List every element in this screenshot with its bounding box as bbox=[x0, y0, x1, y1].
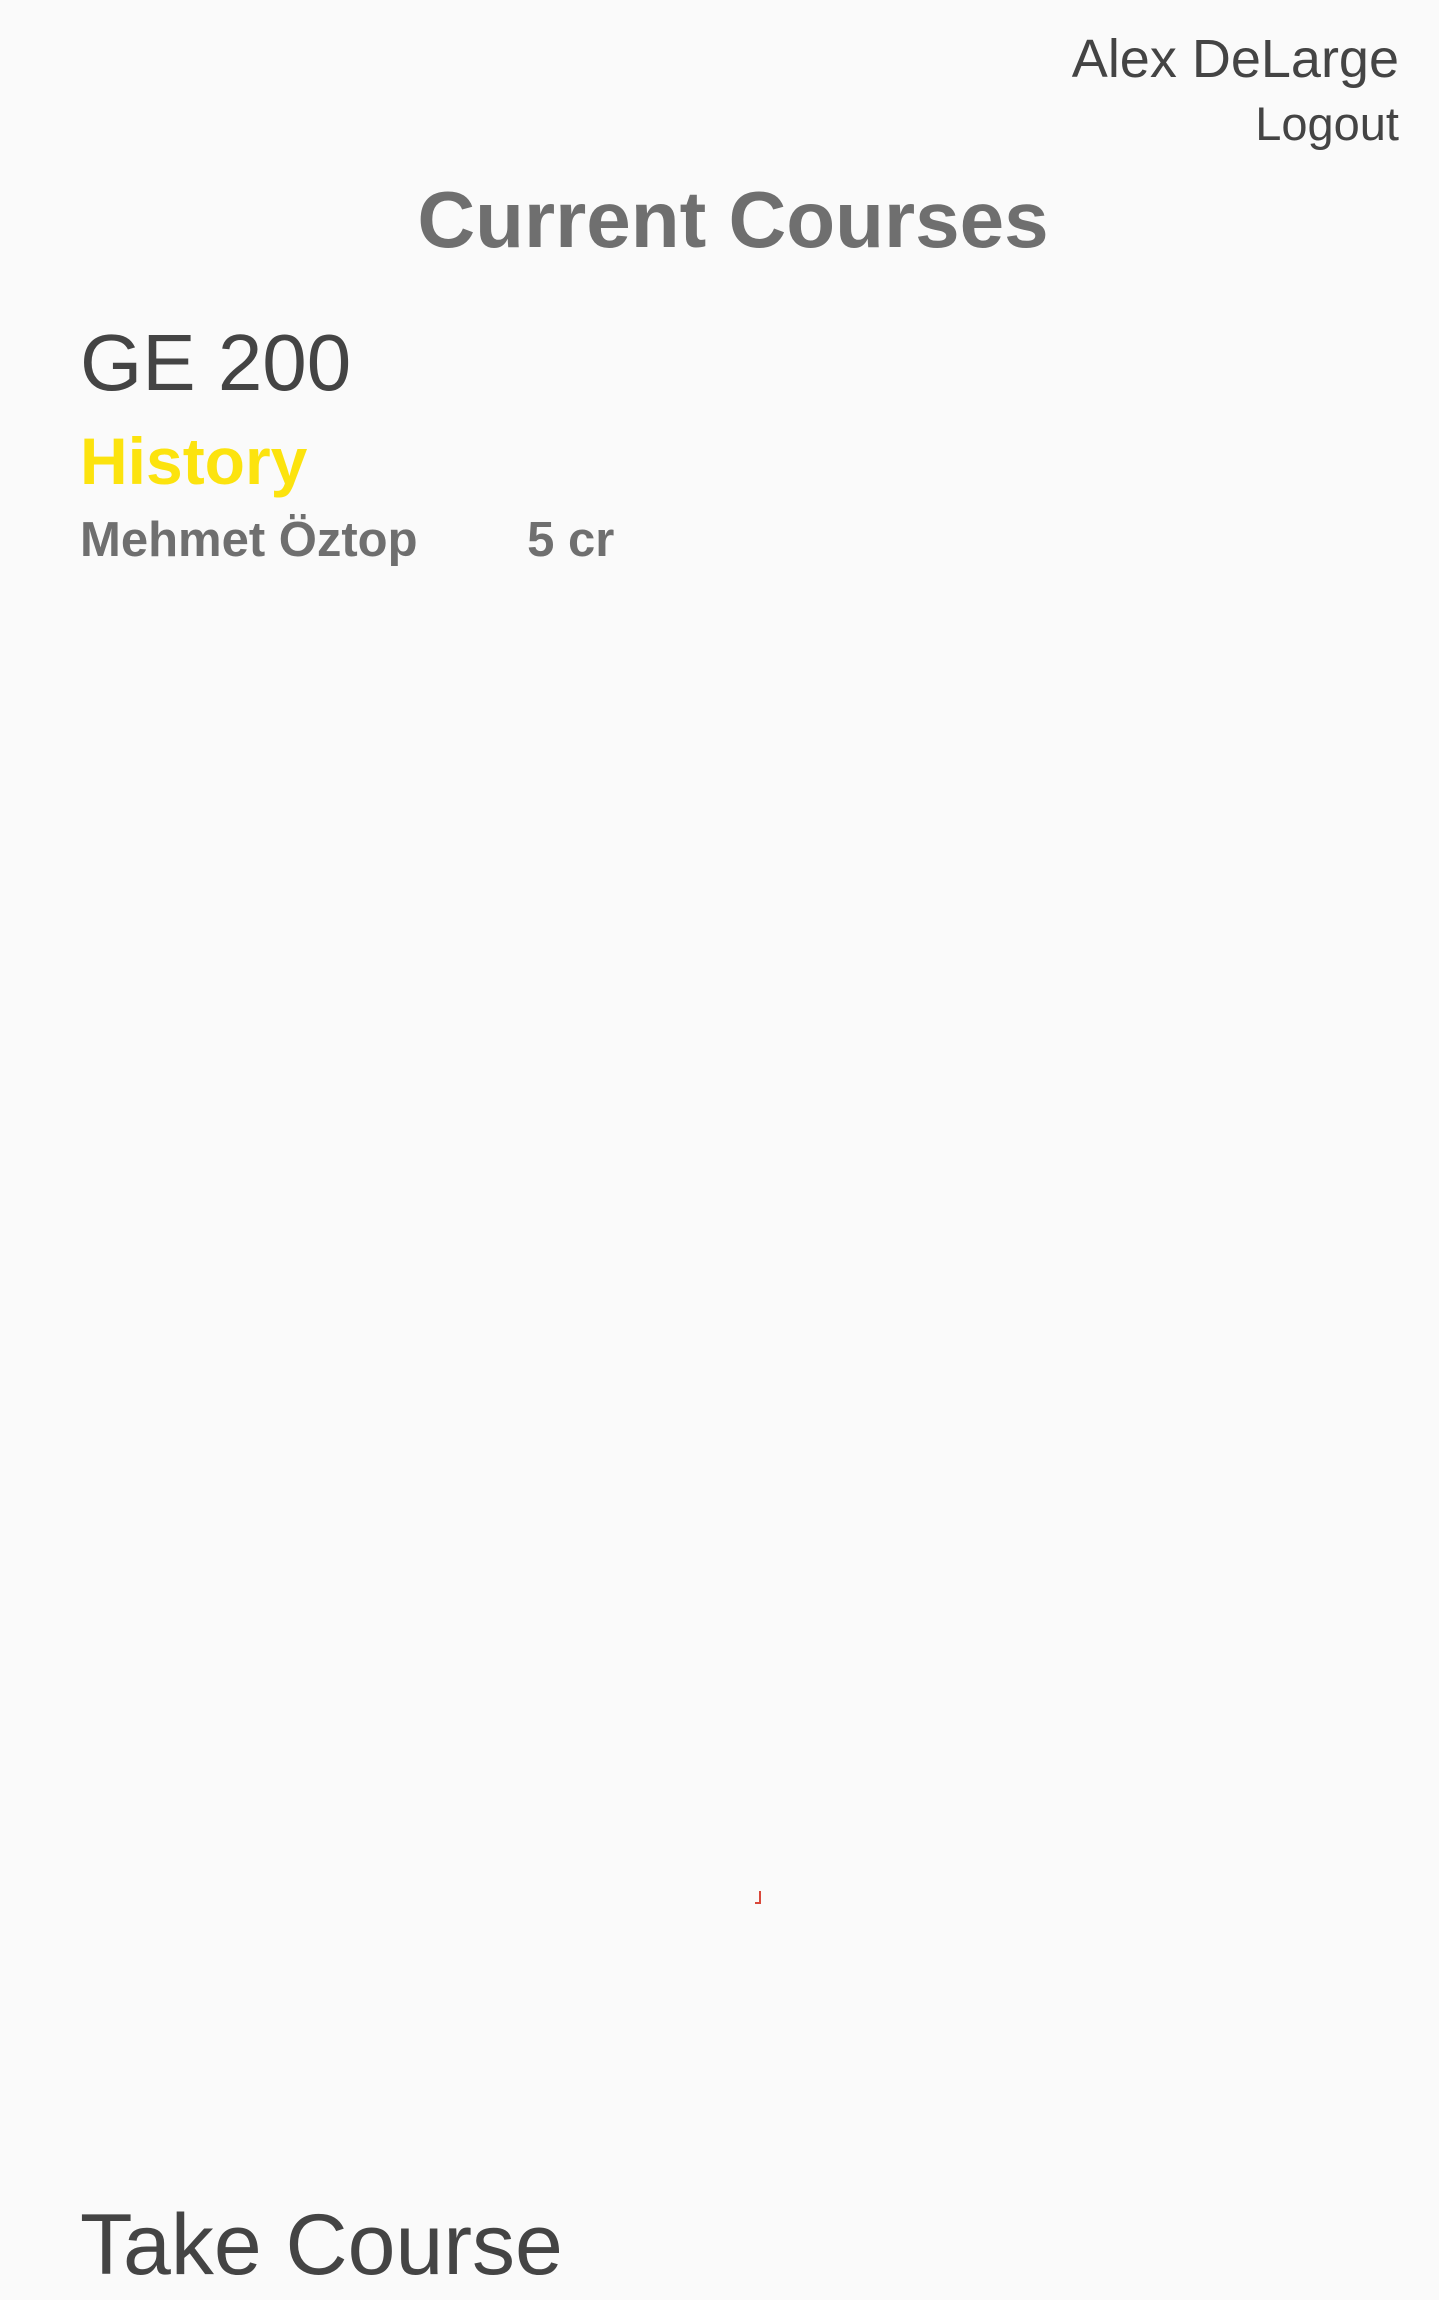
page-title: Current Courses bbox=[417, 175, 1049, 264]
course-instructor: Mehmet Öztop bbox=[80, 513, 418, 567]
course-name: History bbox=[80, 424, 308, 498]
course-meta: Mehmet Öztop 5 cr bbox=[80, 507, 980, 573]
course-code: GE 200 bbox=[80, 318, 352, 407]
user-menu: Alex DeLarge Logout bbox=[1072, 24, 1399, 154]
user-name: Alex DeLarge bbox=[1071, 29, 1399, 89]
logout-link[interactable]: Logout bbox=[1255, 94, 1399, 154]
take-course-heading: Take Course bbox=[80, 2197, 563, 2293]
course-card[interactable]: GE 200 History Mehmet Öztop 5 cr bbox=[80, 315, 980, 573]
loading-indicator-mark bbox=[755, 1891, 761, 1904]
course-credits: 5 cr bbox=[527, 513, 615, 567]
